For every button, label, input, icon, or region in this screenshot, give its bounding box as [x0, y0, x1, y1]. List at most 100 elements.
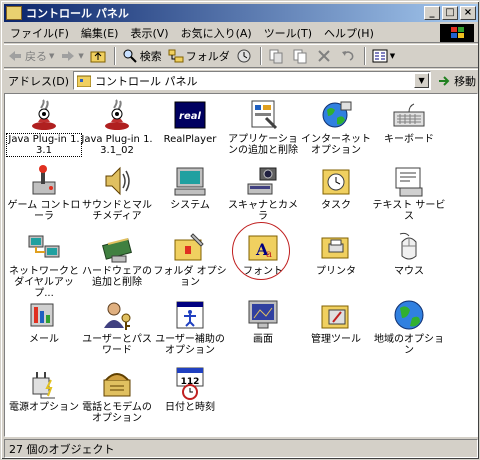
control-panel-item-keyboard[interactable]: キーボード	[372, 98, 446, 145]
item-label: ユーザーとパスワード	[82, 334, 152, 356]
item-label: アプリケーションの追加と削除	[228, 134, 298, 156]
keyboard-icon	[392, 98, 426, 132]
menu-favorites[interactable]: お気に入り(A)	[175, 25, 258, 41]
menu-edit[interactable]: 編集(E)	[75, 25, 125, 41]
control-panel-item-mail[interactable]: メール	[7, 298, 81, 345]
scanner-camera-icon	[246, 164, 280, 198]
control-panel-item-users[interactable]: ユーザーとパスワード	[80, 298, 154, 356]
control-panel-item-printer[interactable]: プリンタ	[299, 230, 373, 277]
search-icon	[123, 49, 137, 63]
close-button[interactable]: ×	[460, 6, 476, 20]
menu-bar: ファイル(F) 編集(E) 表示(V) お気に入り(A) ツール(T) ヘルプ(…	[4, 23, 478, 43]
control-panel-item-game-controller[interactable]: ゲーム コントローラ	[7, 164, 81, 222]
control-panel-item-folder-options[interactable]: フォルダ オプション	[153, 230, 227, 288]
control-panel-item-task[interactable]: タスク	[299, 164, 373, 211]
java-icon	[100, 98, 134, 132]
control-panel-item-date-time[interactable]: 112 日付と時刻	[153, 366, 227, 413]
up-folder-button[interactable]	[87, 46, 111, 66]
printer-icon	[319, 230, 353, 264]
control-panel-item-admin-tools[interactable]: 管理ツール	[299, 298, 373, 345]
back-button[interactable]: 戻る ▼	[4, 46, 57, 66]
menu-view[interactable]: 表示(V)	[124, 25, 174, 41]
minimize-button[interactable]: _	[424, 6, 440, 20]
copy-to-button[interactable]	[289, 46, 313, 66]
item-label: プリンタ	[316, 266, 356, 277]
control-panel-item-sound[interactable]: サウンドとマルチメディア	[80, 164, 154, 222]
control-panel-item-java[interactable]: Java Plug-in 1.3.1_02	[80, 98, 154, 156]
delete-button[interactable]	[313, 46, 337, 66]
window-title: コントロール パネル	[26, 7, 129, 20]
control-panel-item-display[interactable]: 画面	[226, 298, 300, 345]
power-icon	[27, 366, 61, 400]
address-input[interactable]: コントロール パネル ▼	[73, 71, 432, 90]
item-label: システム	[170, 200, 210, 211]
address-value: コントロール パネル	[95, 74, 198, 88]
undo-button[interactable]	[337, 46, 361, 66]
control-panel-item-realplayer[interactable]: real RealPlayer	[153, 98, 227, 145]
menu-file[interactable]: ファイル(F)	[4, 25, 75, 41]
hardware-icon	[100, 230, 134, 264]
folders-button[interactable]: フォルダ	[165, 46, 233, 66]
control-panel-item-add-remove-programs[interactable]: アプリケーションの追加と削除	[226, 98, 300, 156]
item-label: サウンドとマルチメディア	[82, 200, 152, 222]
control-panel-item-power[interactable]: 電源オプション	[7, 366, 81, 413]
maximize-button[interactable]: □	[442, 6, 458, 20]
item-label: 地域のオプション	[374, 334, 444, 356]
task-icon	[319, 164, 353, 198]
control-panel-item-mouse[interactable]: マウス	[372, 230, 446, 277]
system-icon	[173, 164, 207, 198]
control-panel-item-phone-modem[interactable]: 電話とモデムのオプション	[80, 366, 154, 424]
svg-text:real: real	[179, 111, 201, 122]
item-label: マウス	[394, 266, 424, 277]
toolbar: 戻る ▼ ▼ 検索 フォルダ ▼	[4, 44, 478, 68]
back-arrow-icon	[9, 51, 21, 61]
forward-arrow-icon	[62, 51, 75, 61]
undo-icon	[341, 51, 354, 61]
regional-icon	[392, 298, 426, 332]
item-label: Java Plug-in 1.3.1	[6, 133, 82, 157]
views-icon	[372, 49, 388, 63]
views-button[interactable]: ▼	[369, 46, 398, 66]
control-panel-item-scanner-camera[interactable]: スキャナとカメラ	[226, 164, 300, 222]
search-label: 検索	[139, 50, 162, 63]
internet-options-icon	[319, 98, 353, 132]
control-panel-item-internet-options[interactable]: インターネット オプション	[299, 98, 373, 156]
windows-logo-icon	[440, 24, 474, 42]
move-to-button[interactable]	[265, 46, 289, 66]
delete-icon	[318, 50, 330, 62]
mail-icon	[27, 298, 61, 332]
display-icon	[246, 298, 280, 332]
menu-tools[interactable]: ツール(T)	[258, 25, 318, 41]
content-area[interactable]: Java Plug-in 1.3.1 Java Plug-in 1.3.1_02 r…	[4, 93, 478, 437]
control-panel-item-network[interactable]: ネットワークとダイヤルアップ...	[7, 230, 81, 299]
control-panel-icon	[77, 75, 92, 87]
folders-icon	[168, 49, 184, 63]
go-button[interactable]: 移動	[437, 73, 476, 89]
control-panel-item-accessibility[interactable]: ユーザー補助のオプション	[153, 298, 227, 356]
address-dropdown-button[interactable]: ▼	[414, 73, 430, 88]
search-button[interactable]: 検索	[119, 46, 165, 66]
title-bar[interactable]: コントロール パネル _ □ ×	[4, 4, 478, 22]
history-button[interactable]	[233, 46, 257, 66]
item-label: メール	[29, 334, 59, 345]
menu-help[interactable]: ヘルプ(H)	[318, 25, 380, 41]
control-panel-item-hardware[interactable]: ハードウェアの追加と削除	[80, 230, 154, 288]
item-label: スキャナとカメラ	[228, 200, 298, 222]
item-label: タスク	[321, 200, 351, 211]
realplayer-icon: real	[173, 98, 207, 132]
control-panel-item-java[interactable]: Java Plug-in 1.3.1	[6, 98, 82, 157]
highlight-circle	[232, 222, 290, 280]
control-panel-item-system[interactable]: システム	[153, 164, 227, 211]
address-bar: アドレス(D) コントロール パネル ▼ 移動	[4, 69, 478, 91]
item-label: 電話とモデムのオプション	[82, 402, 152, 424]
forward-button[interactable]: ▼	[57, 46, 86, 66]
text-services-icon	[392, 164, 426, 198]
users-icon	[100, 298, 134, 332]
folders-label: フォルダ	[185, 50, 230, 63]
item-label: 管理ツール	[311, 334, 361, 345]
network-icon	[27, 230, 61, 264]
item-label: フォルダ オプション	[153, 266, 227, 288]
control-panel-item-text-services[interactable]: テキスト サービス	[372, 164, 446, 222]
accessibility-icon	[173, 298, 207, 332]
control-panel-item-regional[interactable]: 地域のオプション	[372, 298, 446, 356]
